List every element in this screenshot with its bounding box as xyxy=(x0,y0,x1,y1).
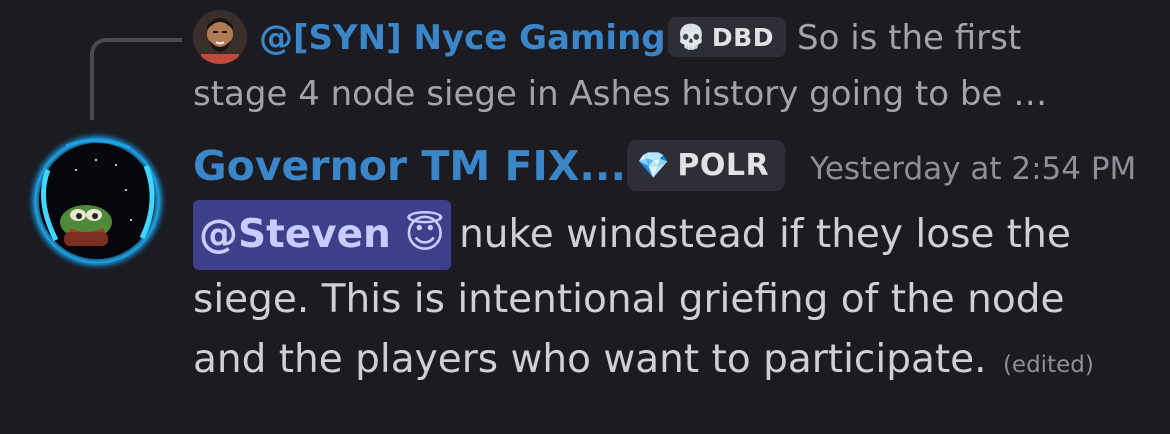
reply-avatar[interactable] xyxy=(193,10,247,64)
reply-avatar-image xyxy=(193,10,247,64)
reply-clan-tag[interactable]: 💀 DBD xyxy=(668,17,786,57)
message-line: siege. This is intentional griefing of t… xyxy=(193,270,1153,330)
message-content[interactable]: @Steven 😇 nuke windstead if they lose the… xyxy=(193,200,1153,390)
reply-connector-line xyxy=(90,38,182,120)
mention-name: @Steven xyxy=(199,212,391,257)
reply-preview-text-continued[interactable]: stage 4 node siege in Ashes history goin… xyxy=(193,72,1047,116)
message-timestamp[interactable]: Yesterday at 2:54 PM xyxy=(810,148,1136,190)
message-text-line3: and the players who want to participate. xyxy=(193,337,987,382)
message-text-line2: siege. This is intentional griefing of t… xyxy=(193,277,1065,322)
gem-icon: 💎 xyxy=(637,150,670,181)
author-clan-tag[interactable]: 💎 POLR xyxy=(627,140,785,191)
message-line: and the players who want to participate.… xyxy=(193,330,1153,390)
author-clan-tag-label: POLR xyxy=(677,148,770,183)
author-avatar[interactable] xyxy=(26,130,168,272)
author-name[interactable]: Governor TM FIX... xyxy=(193,138,626,194)
edited-indicator: (edited) xyxy=(1002,352,1094,378)
message-line: @Steven 😇 nuke windstead if they lose the xyxy=(193,200,1153,270)
message-text-line1: nuke windstead if they lose the xyxy=(459,212,1071,257)
skull-icon: 💀 xyxy=(676,23,706,51)
reply-clan-tag-label: DBD xyxy=(711,22,774,52)
author-avatar-image xyxy=(27,131,167,271)
user-mention[interactable]: @Steven 😇 xyxy=(193,200,452,270)
reply-preview-text[interactable]: So is the first xyxy=(797,16,1021,60)
smiling-halo-emoji-icon: 😇 xyxy=(404,212,446,257)
reply-author-name[interactable]: @[SYN] Nyce Gaming xyxy=(259,16,666,60)
